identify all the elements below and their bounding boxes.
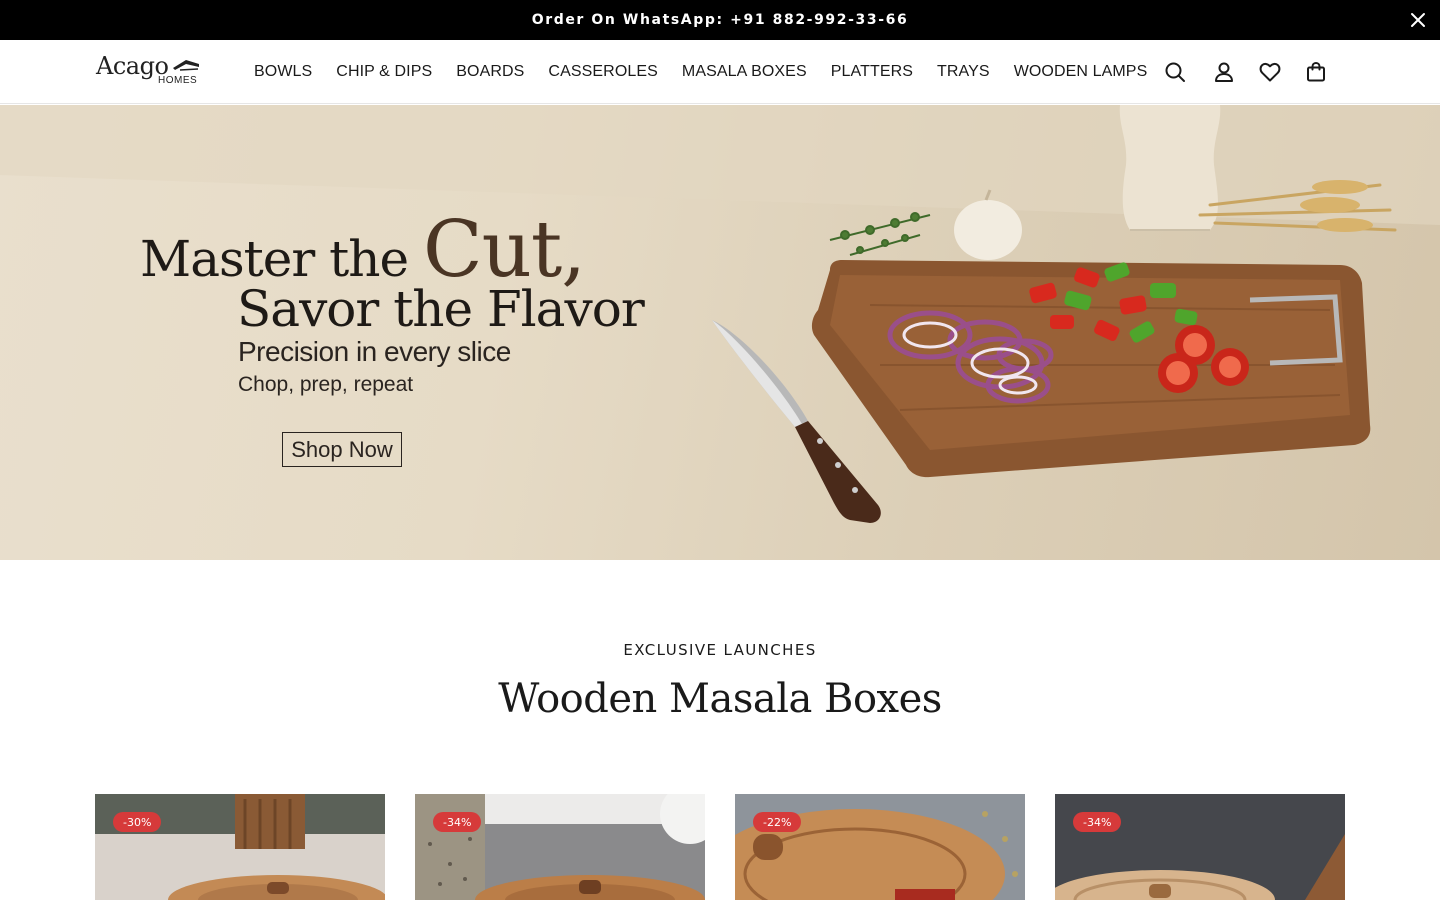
logo-subtitle: HOMES [158,75,198,86]
hero-banner[interactable]: Master the Cut, Savor the Flavor Precisi… [0,105,1440,560]
hero-tagline: Chop, prep, repeat [238,373,414,396]
product-image [95,794,385,900]
nav-item-wooden-lamps[interactable]: WOODEN LAMPS [1014,63,1148,81]
nav-item-casseroles[interactable]: CASSEROLES [548,63,657,81]
logo[interactable]: Acago HOMES [96,52,206,92]
hero-image [0,105,1440,523]
header-icons [1163,40,1328,104]
product-image [735,794,1025,900]
product-card[interactable]: -30% [95,794,385,900]
site-header: Acago HOMES BOWLS CHIP & DIPS BOARDS CAS… [0,40,1440,104]
shop-now-button[interactable]: Shop Now [282,432,402,467]
section-title: Wooden Masala Boxes [498,676,942,722]
discount-badge: -34% [433,812,482,832]
cart-icon[interactable] [1304,60,1328,84]
logo-roof-icon [173,60,199,71]
hero-headline-line2: Savor the Flavor [237,280,645,338]
section-eyebrow: EXCLUSIVE LAUNCHES [623,641,817,659]
discount-badge: -22% [753,812,802,832]
search-icon[interactable] [1163,60,1187,84]
nav-item-trays[interactable]: TRAYS [937,63,990,81]
product-card[interactable]: -34% [415,794,705,900]
close-icon[interactable] [1408,10,1428,30]
announcement-text[interactable]: Order On WhatsApp: +91 882-992-33-66 [532,12,909,28]
wishlist-icon[interactable] [1258,60,1282,84]
account-icon[interactable] [1212,60,1236,84]
product-card[interactable]: -34% [1055,794,1345,900]
hero-subheadline: Precision in every slice [238,336,511,367]
nav-item-platters[interactable]: PLATTERS [831,63,913,81]
announcement-bar: Order On WhatsApp: +91 882-992-33-66 [0,0,1440,40]
nav-item-boards[interactable]: BOARDS [456,63,524,81]
discount-badge: -34% [1073,812,1122,832]
discount-badge: -30% [113,812,162,832]
nav-item-chip-dips[interactable]: CHIP & DIPS [336,63,432,81]
main-nav: BOWLS CHIP & DIPS BOARDS CASSEROLES MASA… [254,40,1147,104]
product-image [415,794,705,900]
nav-item-masala-boxes[interactable]: MASALA BOXES [682,63,807,81]
product-card[interactable]: -22% [735,794,1025,900]
product-image [1055,794,1345,900]
nav-item-bowls[interactable]: BOWLS [254,63,312,81]
